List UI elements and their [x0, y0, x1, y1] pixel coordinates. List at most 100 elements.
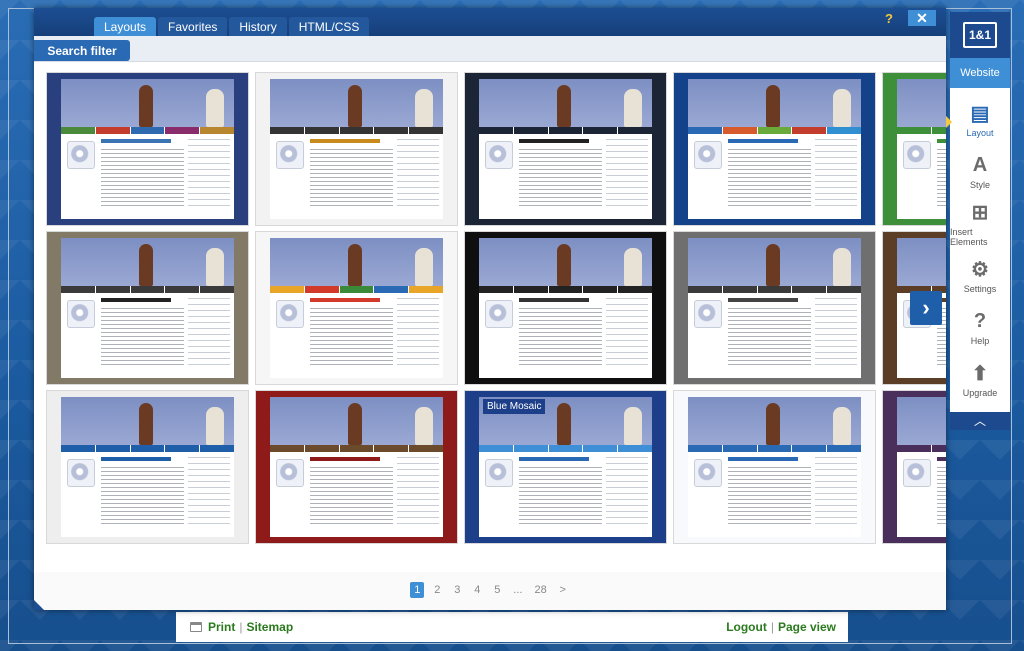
- preview-nav-item: [931, 445, 946, 452]
- page-link[interactable]: 5: [490, 582, 504, 598]
- logout-link[interactable]: Logout: [726, 620, 767, 634]
- layout-thumbnail[interactable]: [255, 72, 458, 226]
- preview-disc-image: [485, 300, 513, 328]
- preview-nav-item: [339, 286, 374, 293]
- sidebar-item-style[interactable]: A Style: [950, 146, 1010, 198]
- preview-heading: [728, 457, 798, 461]
- preview-heading: [310, 139, 380, 143]
- sitemap-link[interactable]: Sitemap: [246, 620, 293, 634]
- sidebar-item-label: Layout: [966, 127, 994, 138]
- page-view-link[interactable]: Page view: [778, 620, 836, 634]
- preview-heading: [519, 457, 589, 461]
- page-link[interactable]: >: [556, 582, 570, 598]
- print-link[interactable]: Print: [208, 620, 235, 634]
- layout-thumbnail[interactable]: [46, 231, 249, 385]
- page-link[interactable]: 3: [450, 582, 464, 598]
- preview-sidebar: [606, 457, 648, 527]
- preview-nav: [270, 286, 443, 293]
- pagination: 1 2 3 4 5... 28 >: [34, 578, 946, 602]
- layout-thumbnail[interactable]: [882, 72, 946, 226]
- tab-layouts[interactable]: Layouts: [94, 17, 157, 36]
- layout-thumbnail[interactable]: [464, 231, 667, 385]
- layout-thumbnail[interactable]: [255, 231, 458, 385]
- preview-sidebar: [606, 298, 648, 368]
- layout-thumbnail[interactable]: [464, 72, 667, 226]
- preview-disc-image: [276, 459, 304, 487]
- preview-disc-image: [67, 459, 95, 487]
- layout-dialog: Layouts Favorites History HTML/CSS ? ✕ S…: [34, 8, 946, 610]
- preview-nav-item: [409, 445, 443, 452]
- layout-preview: [270, 79, 443, 219]
- preview-disc-image: [903, 459, 931, 487]
- preview-header-image: [897, 79, 946, 127]
- sidebar-item-settings[interactable]: ⚙ Settings: [950, 250, 1010, 302]
- printer-icon: [190, 622, 202, 632]
- preview-disc-image: [694, 459, 722, 487]
- preview-disc-image: [485, 141, 513, 169]
- collapse-button[interactable]: ︿: [950, 412, 1010, 430]
- preview-figure: [138, 403, 153, 445]
- preview-figure: [624, 248, 642, 286]
- preview-text: [728, 467, 811, 527]
- sidebar-item-insert-elements[interactable]: ⊞ Insert Elements: [950, 198, 1010, 250]
- page-link[interactable]: 1: [410, 582, 425, 598]
- layout-thumbnail[interactable]: [673, 72, 876, 226]
- preview-figure: [415, 89, 433, 127]
- layout-thumbnail[interactable]: Blue Mosaic: [464, 390, 667, 544]
- preview-sidebar: [815, 457, 857, 527]
- help-button[interactable]: ?: [882, 11, 896, 27]
- preview-nav-item: [757, 445, 792, 452]
- next-page-arrow[interactable]: ›: [910, 291, 942, 325]
- template-name: Blue Mosaic: [483, 399, 546, 414]
- preview-header-image: [688, 397, 861, 445]
- dialog-header: Layouts Favorites History HTML/CSS ? ✕: [34, 8, 946, 36]
- preview-nav-item: [897, 127, 931, 134]
- layout-thumbnail[interactable]: [882, 390, 946, 544]
- close-button[interactable]: ✕: [908, 10, 936, 26]
- sidebar-item-label: Settings: [963, 283, 997, 294]
- layout-thumbnail[interactable]: [673, 390, 876, 544]
- page-link[interactable]: 2: [430, 582, 444, 598]
- preview-nav-item: [757, 286, 792, 293]
- layout-preview: Blue Mosaic: [479, 397, 652, 537]
- sidebar-item-upgrade[interactable]: ⬆ Upgrade: [950, 354, 1010, 406]
- page-link[interactable]: 28: [531, 582, 549, 598]
- sidebar-item-help[interactable]: ? Help: [950, 302, 1010, 354]
- brand-logo: 1&1: [950, 12, 1010, 58]
- preview-nav-item: [722, 286, 757, 293]
- layout-preview: [270, 238, 443, 378]
- website-button[interactable]: Website: [950, 58, 1010, 88]
- preview-nav-item: [200, 445, 234, 452]
- preview-header-image: [479, 238, 652, 286]
- preview-nav-item: [61, 286, 95, 293]
- preview-nav-item: [583, 286, 618, 293]
- right-sidebar: 1&1 Website ︿ ▤ Layout A Style ⊞ Insert Eleme…: [946, 12, 1010, 430]
- preview-heading: [101, 457, 171, 461]
- preview-figure: [206, 248, 224, 286]
- preview-sidebar: [397, 139, 439, 209]
- preview-nav: [61, 286, 234, 293]
- layout-thumbnail[interactable]: [673, 231, 876, 385]
- preview-text: [310, 467, 393, 527]
- tab-favorites[interactable]: Favorites: [158, 17, 228, 36]
- preview-nav-item: [548, 445, 583, 452]
- layout-thumbnail[interactable]: [255, 390, 458, 544]
- layout-thumbnail[interactable]: [46, 390, 249, 544]
- sidebar-item-layout[interactable]: ▤ Layout: [950, 94, 1010, 146]
- preview-nav-item: [409, 286, 443, 293]
- preview-nav-item: [270, 127, 304, 134]
- insert-elements-icon: ⊞: [971, 202, 989, 224]
- sidebar-item-label: Insert Elements: [950, 226, 988, 247]
- preview-nav-item: [479, 286, 513, 293]
- preview-nav: [479, 286, 652, 293]
- search-filter-button[interactable]: Search filter: [34, 40, 130, 61]
- preview-nav-item: [583, 127, 618, 134]
- tab-history[interactable]: History: [229, 17, 287, 36]
- tab-html-css[interactable]: HTML/CSS: [288, 17, 370, 36]
- preview-disc-image: [485, 459, 513, 487]
- preview-header-image: [897, 238, 946, 286]
- page-link[interactable]: 4: [470, 582, 484, 598]
- layout-thumbnail[interactable]: [46, 72, 249, 226]
- preview-figure: [833, 89, 851, 127]
- resize-corner: [34, 600, 44, 610]
